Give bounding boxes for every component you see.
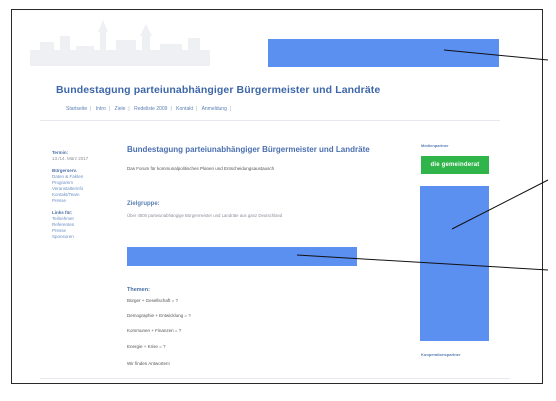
themes-heading: Themen: <box>127 287 150 293</box>
nav-item-kontakt[interactable]: Kontakt <box>176 106 193 112</box>
skyline-watermark <box>30 20 210 66</box>
main-heading: Bundestagung parteiunabhängiger Bürgerme… <box>127 145 370 154</box>
cooperation-partner-label: Kooperationspartner <box>421 352 461 357</box>
date-value: 13./14. März 2017 <box>52 156 89 161</box>
nav-item-redeliste[interactable]: Redeliste 2009 <box>134 106 167 112</box>
target-group-text: Über 4500 parteiunabhängige Bürgermeiste… <box>127 213 283 218</box>
nav-item-ziele[interactable]: Ziele <box>115 106 126 112</box>
sidebar-link[interactable]: Sponsoren <box>52 234 110 240</box>
media-partner-label: Medienpartner <box>421 143 449 148</box>
nav-item-anmeldung[interactable]: Anmeldung <box>202 106 227 112</box>
target-group-heading: Zielgruppe: <box>127 201 160 207</box>
main-subtitle: Das Forum für kommunalpolitisches Planen… <box>127 166 275 171</box>
header-divider <box>40 120 500 121</box>
nav-item-intro[interactable]: Intro <box>96 106 106 112</box>
theme-item: Energie + Krise = ? <box>127 344 166 349</box>
top-banner-placeholder <box>268 39 499 67</box>
theme-item: Demographie + Entwicklung = ? <box>127 313 191 318</box>
theme-item: Wir finden Antworten! <box>127 361 170 366</box>
theme-item: Bürger + Gesellschaft = ? <box>127 298 179 303</box>
nav-separator: | <box>196 106 198 112</box>
nav-item-startseite[interactable]: Startseite <box>66 106 87 112</box>
theme-item: Kommunen + Finanzen = ? <box>127 328 182 333</box>
partner-logo-badge[interactable]: die gemeinderat <box>421 156 489 174</box>
nav-separator: | <box>108 106 111 112</box>
nav-separator: | <box>229 106 232 112</box>
sidebar-ad-placeholder <box>420 186 489 341</box>
site-title[interactable]: Bundestagung parteiunabhängiger Bürgerme… <box>56 84 416 96</box>
footer-divider <box>40 378 510 379</box>
nav-separator: | <box>90 106 92 112</box>
nav-separator: | <box>170 106 172 112</box>
content-placeholder <box>127 247 357 266</box>
nav-separator: | <box>128 106 130 112</box>
left-sidebar: Termin: 13./14. März 2017 Bürgerserv. Da… <box>52 150 110 246</box>
main-nav: Startseite | Intro | Ziele | Redeliste 2009… <box>66 106 406 112</box>
sidebar-link[interactable]: Presse <box>52 198 110 204</box>
